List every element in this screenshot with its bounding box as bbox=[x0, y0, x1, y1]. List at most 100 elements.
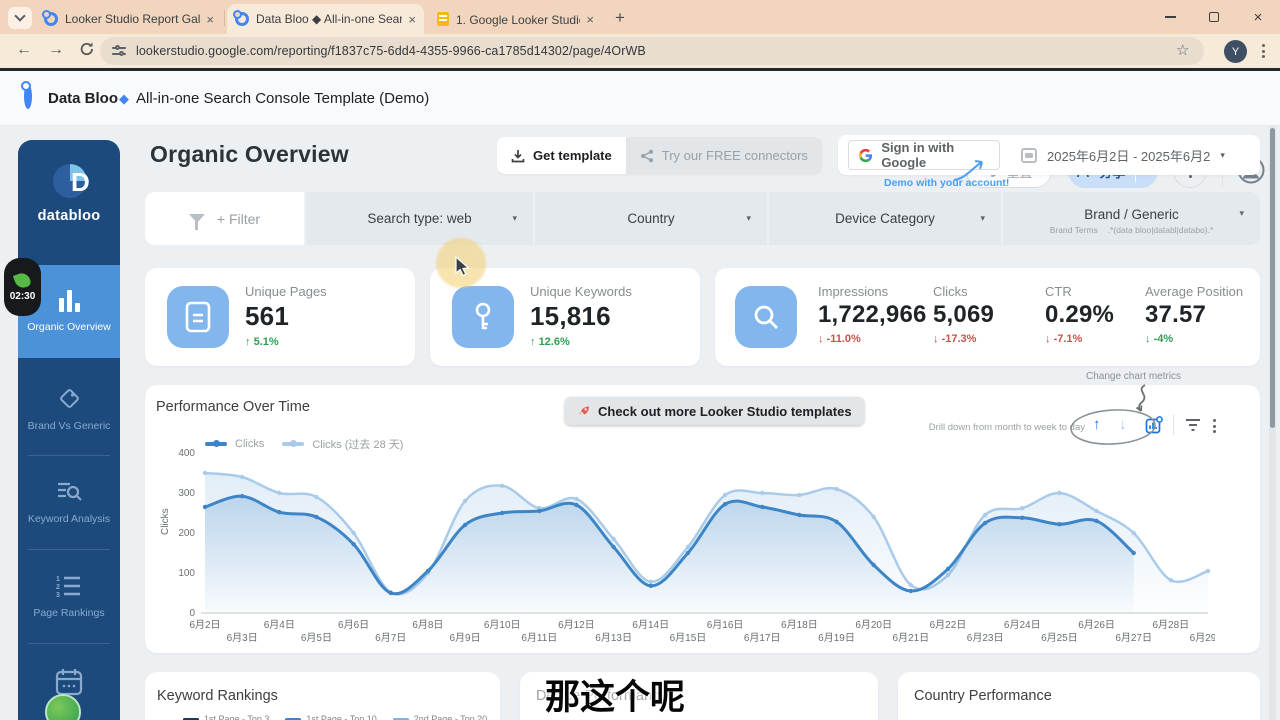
metric-label: Impressions bbox=[818, 284, 927, 299]
window-restore-button[interactable] bbox=[1192, 0, 1236, 34]
tab-title: Looker Studio Report Gallery bbox=[65, 12, 200, 26]
annotation-ellipse bbox=[1068, 407, 1158, 447]
templates-cta-button[interactable]: Check out more Looker Studio templates bbox=[565, 397, 864, 425]
site-info-icon[interactable] bbox=[112, 45, 126, 57]
numbered-list-icon: 123 bbox=[56, 574, 82, 598]
reload-button[interactable] bbox=[78, 40, 96, 58]
x-tick-label: 6月2日 bbox=[189, 619, 220, 631]
timer-widget[interactable]: 02:30 bbox=[4, 258, 41, 316]
x-tick-label: 6月8日 bbox=[412, 619, 443, 631]
x-tick-label: 6月27日 bbox=[1115, 632, 1152, 644]
chart-more-menu-icon[interactable] bbox=[1213, 419, 1216, 433]
chevron-down-icon bbox=[14, 10, 25, 21]
x-tick-label: 6月12日 bbox=[558, 619, 595, 631]
looker-studio-logo-icon bbox=[24, 84, 32, 109]
metric-label: CTR bbox=[1045, 284, 1114, 299]
url-bar[interactable]: lookerstudio.google.com/reporting/f1837c… bbox=[100, 37, 1204, 65]
date-range-picker[interactable]: 2025年6月2日 - 2025年6月2 ▾ bbox=[1013, 135, 1225, 175]
window-close-button[interactable]: × bbox=[1236, 0, 1280, 34]
chevron-down-icon: ▾ bbox=[512, 213, 517, 224]
demo-arrow-annotation bbox=[952, 156, 994, 182]
delta-arrow-icon: ↓ bbox=[1045, 333, 1051, 345]
filter-device-category[interactable]: Device Category ▾ bbox=[769, 192, 1001, 245]
y-tick-label: 0 bbox=[189, 608, 195, 619]
x-tick-label: 6月15日 bbox=[670, 632, 707, 644]
x-tick-label: 6月21日 bbox=[892, 632, 929, 644]
x-tick-label: 6月6日 bbox=[338, 619, 369, 631]
close-icon: × bbox=[1254, 9, 1263, 26]
download-icon bbox=[511, 149, 525, 163]
google-logo-icon bbox=[859, 148, 872, 163]
drill-hint-text: Drill down from month to week to day bbox=[845, 422, 1085, 433]
x-tick-label: 6月22日 bbox=[930, 619, 967, 631]
mouse-cursor bbox=[452, 256, 474, 278]
chart-title: Performance Over Time bbox=[156, 399, 310, 415]
sidebar-item-page-rankings[interactable]: 123 Page Rankings bbox=[18, 550, 120, 643]
tab-close-icon[interactable]: × bbox=[408, 12, 416, 27]
svg-text:D: D bbox=[71, 167, 89, 197]
report-title: All-in-one Search Console Template (Demo… bbox=[136, 90, 429, 107]
filter-label: Device Category bbox=[835, 211, 935, 226]
timer-value: 02:30 bbox=[10, 291, 36, 302]
sidebar-item-label: Brand Vs Generic bbox=[28, 420, 111, 432]
free-connectors-button[interactable]: Try our FREE connectors bbox=[626, 137, 822, 174]
calendar-icon bbox=[1021, 148, 1037, 163]
filter-brand-generic[interactable]: Brand / Generic ▾ Brand Terms.*(data blo… bbox=[1003, 192, 1260, 245]
page-scrollbar-thumb[interactable] bbox=[1270, 128, 1275, 428]
report-brand: Data Bloo bbox=[48, 90, 118, 107]
tab-search-button[interactable] bbox=[8, 7, 32, 29]
filter-label: Search type: web bbox=[367, 211, 471, 226]
looker-studio-favicon bbox=[44, 12, 58, 26]
x-tick-label: 6月16日 bbox=[707, 619, 744, 631]
country-performance-card: Country Performance bbox=[898, 672, 1260, 720]
x-tick-label: 6月18日 bbox=[781, 619, 818, 631]
add-filter-label: + Filter bbox=[217, 211, 260, 227]
sidebar-item-brand-vs-generic[interactable]: Brand Vs Generic bbox=[18, 362, 120, 455]
tag-icon bbox=[56, 385, 82, 411]
x-tick-label: 6月19日 bbox=[818, 632, 855, 644]
url-text: lookerstudio.google.com/reporting/f1837c… bbox=[136, 44, 646, 58]
browser-tab-gallery[interactable]: Looker Studio Report Gallery × bbox=[36, 4, 222, 34]
chart-filter-icon[interactable] bbox=[1185, 418, 1201, 432]
scorecard-unique-pages: Unique Pages 561 ↑ 5.1% bbox=[145, 268, 415, 366]
back-button[interactable]: ← bbox=[16, 41, 32, 59]
x-tick-label: 6月9日 bbox=[449, 632, 480, 644]
browser-menu-icon[interactable] bbox=[1262, 44, 1265, 58]
magnifier-icon bbox=[735, 286, 797, 348]
bookmark-star-icon[interactable]: ☆ bbox=[1176, 41, 1189, 59]
filter-country[interactable]: Country ▾ bbox=[535, 192, 767, 245]
delta-arrow-icon: ↓ bbox=[818, 333, 824, 345]
report-nav-sidebar: D databloo Organic Overview Brand Vs Gen… bbox=[18, 140, 120, 720]
filter-bar: + Filter Search type: web ▾ Country ▾ De… bbox=[145, 192, 1260, 245]
svg-text:2: 2 bbox=[56, 584, 60, 591]
browser-tab-docs[interactable]: 1. Google Looker Studio是什 × bbox=[429, 4, 602, 34]
x-tick-label: 6月28日 bbox=[1153, 619, 1190, 631]
tab-close-icon[interactable]: × bbox=[206, 12, 214, 27]
window-minimize-button[interactable] bbox=[1148, 0, 1192, 34]
delta-value: -11.0% bbox=[827, 333, 861, 345]
sidebar-item-label: Page Rankings bbox=[33, 607, 104, 619]
free-connectors-label: Try our FREE connectors bbox=[662, 148, 808, 163]
new-tab-button[interactable]: + bbox=[610, 8, 630, 28]
calendar-icon bbox=[55, 668, 83, 696]
databloo-logo: D bbox=[51, 162, 89, 200]
get-template-button[interactable]: Get template bbox=[497, 137, 626, 174]
forward-button[interactable]: → bbox=[48, 41, 64, 59]
delta-value: -4% bbox=[1154, 333, 1174, 345]
cta-label: Check out more Looker Studio templates bbox=[598, 404, 852, 419]
svg-text:3: 3 bbox=[56, 592, 60, 598]
tab-separator bbox=[224, 10, 225, 26]
rocket-icon bbox=[577, 405, 590, 418]
add-filter-button[interactable]: + Filter bbox=[145, 192, 304, 245]
delta-arrow-icon: ↓ bbox=[933, 333, 939, 345]
tab-close-icon[interactable]: × bbox=[586, 12, 594, 27]
y-axis-title: Clicks bbox=[160, 508, 171, 535]
browser-profile-avatar[interactable]: Y bbox=[1224, 40, 1247, 63]
browser-tab-active[interactable]: Data Bloo ◆ All-in-one Sear × bbox=[227, 4, 424, 34]
sidebar-item-keyword-analysis[interactable]: Keyword Analysis bbox=[18, 456, 120, 549]
google-docs-favicon bbox=[437, 12, 449, 26]
y-tick-label: 200 bbox=[178, 528, 195, 539]
filter-search-type[interactable]: Search type: web ▾ bbox=[306, 192, 533, 245]
filter-label: Brand / Generic bbox=[1084, 207, 1179, 222]
time-series-chart[interactable]: 0100200300400Clicks6月2日6月3日6月4日6月5日6月6日6… bbox=[150, 440, 1215, 645]
